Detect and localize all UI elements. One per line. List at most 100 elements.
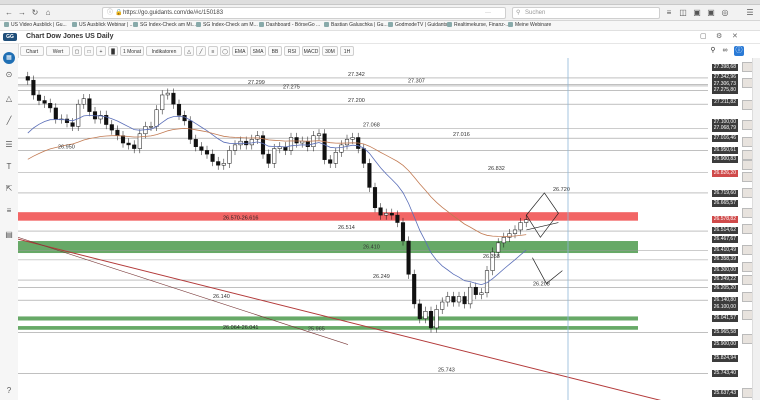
info-icon[interactable]: ⓘ bbox=[734, 46, 744, 56]
zone-label: 26.064-26.041 bbox=[223, 325, 258, 331]
ema-button[interactable]: EMA bbox=[232, 46, 248, 56]
candle bbox=[423, 311, 428, 319]
fullscreen-button[interactable]: ▢ bbox=[72, 46, 82, 56]
bookmark-item[interactable]: SG Index-Check am Mi... bbox=[133, 22, 196, 29]
bb-button[interactable]: BB bbox=[268, 46, 282, 56]
candle-type-button[interactable]: █ bbox=[108, 46, 118, 56]
maximize-icon[interactable]: ▢ bbox=[700, 32, 707, 42]
timeframe-button[interactable]: 1H bbox=[340, 46, 354, 56]
scrollbar[interactable] bbox=[752, 58, 760, 400]
price-axis-label: 26.950,61 bbox=[712, 146, 738, 154]
candle bbox=[115, 129, 120, 136]
crosshair-button[interactable]: + bbox=[96, 46, 106, 56]
page-title: Chart Dow Jones US Daily bbox=[26, 33, 114, 40]
browser-toolbar: ← → ↻ ⌂ ⓘ 🔒 https://go.guidants.com/de/#… bbox=[0, 5, 760, 21]
bookmark-item[interactable]: GodmodeTV | Guidants bbox=[388, 22, 447, 29]
macd-button[interactable]: MACD bbox=[302, 46, 320, 56]
candle bbox=[344, 139, 350, 146]
candle bbox=[367, 163, 372, 188]
fibonacci-tool-icon[interactable]: ≡ bbox=[4, 206, 14, 216]
menu-icon[interactable]: ☰ bbox=[745, 8, 755, 18]
price-chart[interactable]: 27.299 27.342 27.307 27.275 27.200 27.068 27.0… bbox=[18, 58, 752, 400]
channel-tool-icon[interactable]: ▤ bbox=[4, 230, 14, 240]
candle bbox=[294, 137, 299, 144]
candle bbox=[249, 139, 254, 146]
candle bbox=[412, 274, 417, 305]
price-axis-label: 25.824,94 bbox=[712, 354, 738, 362]
period-select[interactable]: 1 Monat bbox=[120, 46, 144, 56]
triangle-tool-icon[interactable]: △ bbox=[4, 94, 14, 104]
price-axis-label: 27.398,68 bbox=[712, 63, 738, 71]
candle bbox=[216, 161, 221, 166]
candle bbox=[507, 233, 512, 238]
price-axis-label: 27.016,46 bbox=[712, 134, 738, 142]
candle bbox=[361, 148, 366, 164]
page-actions-icon[interactable]: ··· bbox=[485, 8, 491, 18]
horizontal-line-tool-icon[interactable]: ☰ bbox=[4, 140, 14, 150]
extension-icon[interactable]: ▣ bbox=[706, 8, 716, 18]
tool-button[interactable]: ≡ bbox=[208, 46, 218, 56]
candle bbox=[188, 120, 193, 140]
layout-icon[interactable]: ▦ bbox=[3, 52, 15, 64]
close-icon[interactable]: ✕ bbox=[732, 32, 738, 42]
bookmark-item[interactable]: Dashboard - BörseGo ... bbox=[259, 22, 320, 29]
help-icon[interactable]: ? bbox=[4, 386, 14, 396]
settings-icon[interactable]: ⚙ bbox=[716, 32, 722, 42]
pin-icon[interactable]: ⚲ bbox=[708, 46, 718, 56]
fullscreen-icon[interactable]: ⇱ bbox=[4, 184, 14, 194]
bookmark-item[interactable]: US Video Ausblick | Gu... bbox=[4, 22, 67, 29]
candle bbox=[193, 139, 198, 147]
rsi-button[interactable]: RSI bbox=[284, 46, 300, 56]
back-icon[interactable]: ← bbox=[4, 8, 14, 18]
bookmark-item[interactable]: Meine Webinare bbox=[508, 22, 551, 29]
bookmark-item[interactable]: SG Index-Check am M... bbox=[196, 22, 258, 29]
tool-button[interactable]: ╱ bbox=[196, 46, 206, 56]
cursor-icon[interactable]: ⊙ bbox=[4, 70, 14, 80]
guidants-logo: GG bbox=[3, 33, 17, 41]
candle bbox=[87, 98, 92, 112]
candle bbox=[76, 103, 81, 127]
bookmark-item[interactable]: Bastian Galuschka | Gu... bbox=[324, 22, 388, 29]
candle bbox=[512, 229, 518, 234]
forward-icon[interactable]: → bbox=[17, 8, 27, 18]
price-axis-label: 27.275,80 bbox=[712, 86, 738, 94]
candle bbox=[42, 100, 47, 104]
level-label: 27.307 bbox=[408, 78, 425, 84]
reload-icon[interactable]: ↻ bbox=[30, 8, 40, 18]
link-icon[interactable]: ∞ bbox=[720, 46, 730, 56]
candle bbox=[120, 135, 126, 144]
candle bbox=[53, 107, 58, 120]
address-bar[interactable]: ⓘ 🔒 https://go.guidants.com/de/#c/150183… bbox=[102, 7, 506, 19]
bookmark-icon bbox=[4, 22, 9, 27]
tool-button[interactable]: ◯ bbox=[220, 46, 230, 56]
sma-button[interactable]: SMA bbox=[250, 46, 266, 56]
candle bbox=[333, 152, 338, 164]
zone-rect bbox=[18, 326, 638, 330]
extension-icon[interactable]: ◎ bbox=[720, 8, 730, 18]
bookmark-item[interactable]: Realtimekurse, Finanz-... bbox=[447, 22, 510, 29]
candle bbox=[350, 137, 355, 140]
bookmark-icon bbox=[324, 22, 329, 27]
bookmark-item[interactable]: US Ausblick Webinar | ... bbox=[72, 22, 134, 29]
tool-button[interactable]: △ bbox=[184, 46, 194, 56]
wert-button[interactable]: Wert bbox=[46, 46, 70, 56]
search-field[interactable]: ⚲ Suchen bbox=[512, 7, 660, 19]
chart-button[interactable]: Chart bbox=[20, 46, 44, 56]
sidebar-icon[interactable]: ◫ bbox=[678, 8, 688, 18]
candle bbox=[70, 122, 75, 127]
candle bbox=[395, 214, 400, 223]
price-axis-label: 25.743,40 bbox=[712, 369, 738, 377]
trendline-tool-icon[interactable]: ╱ bbox=[4, 116, 14, 126]
library-icon[interactable]: ≡ bbox=[664, 8, 674, 18]
text-tool-icon[interactable]: T bbox=[4, 162, 14, 172]
home-icon[interactable]: ⌂ bbox=[43, 8, 53, 18]
lock-chart-button[interactable]: □ bbox=[84, 46, 94, 56]
candle bbox=[255, 135, 260, 140]
price-axis-label: 25.637,43 bbox=[712, 389, 738, 397]
timeframe-button[interactable]: 30M bbox=[322, 46, 338, 56]
extension-icon[interactable]: ▣ bbox=[692, 8, 702, 18]
candle bbox=[221, 163, 226, 166]
price-axis-label: 26.719,60 bbox=[712, 189, 738, 197]
price-axis-label: 26.467,67 bbox=[712, 236, 738, 244]
indikatoren-button[interactable]: Indikatoren bbox=[146, 46, 182, 56]
